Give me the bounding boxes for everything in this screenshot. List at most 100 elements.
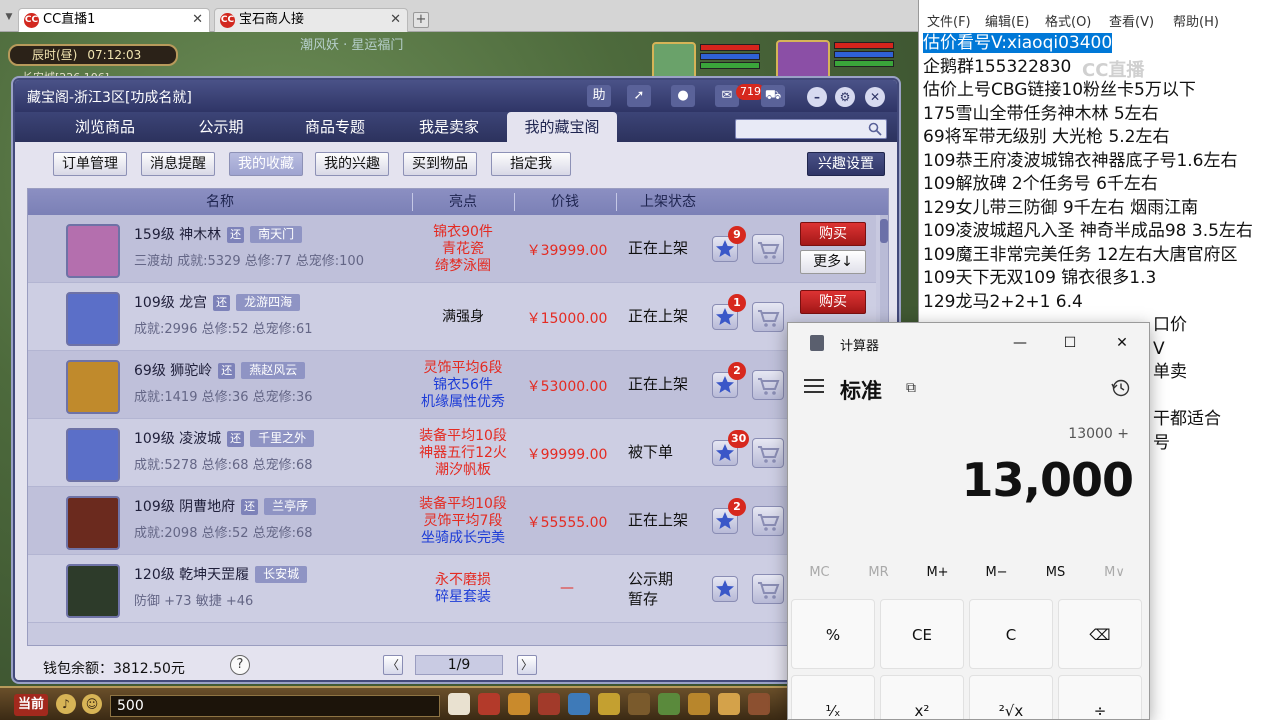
browser-tab-cc-live[interactable]: CC CC直播1 ✕ bbox=[18, 8, 210, 32]
table-row[interactable]: 109级 阴曹地府还兰亭序 成就:2098 总修:52 总宠修:68 装备平均10段… bbox=[28, 487, 876, 555]
close-tab-icon[interactable]: ✕ bbox=[390, 9, 401, 31]
designated-me-button[interactable]: 指定我 bbox=[491, 152, 571, 176]
interest-settings-button[interactable]: 兴趣设置 bbox=[807, 152, 885, 176]
minimize-button[interactable]: — bbox=[1006, 331, 1034, 355]
table-row[interactable]: 109级 龙宫还龙游四海 成就:2996 总修:52 总宠修:61 满强身 ￥1500… bbox=[28, 283, 876, 351]
menu-format[interactable]: 格式(O) bbox=[1045, 11, 1091, 30]
scroll-thumb[interactable] bbox=[880, 219, 888, 243]
new-tab-button[interactable]: + bbox=[413, 12, 429, 28]
close-tab-icon[interactable]: ✕ bbox=[192, 9, 203, 31]
menu-view[interactable]: 查看(V) bbox=[1109, 11, 1154, 30]
character-avatar[interactable] bbox=[66, 224, 120, 278]
backspace-button[interactable]: ⌫ bbox=[1058, 599, 1142, 669]
pet-avatar[interactable] bbox=[652, 42, 696, 82]
row-title[interactable]: 109级 龙宫还龙游四海 bbox=[134, 292, 301, 312]
friend-icon[interactable] bbox=[658, 693, 680, 715]
tab-list-dropdown-icon[interactable]: ▼ bbox=[2, 10, 16, 24]
character-avatar[interactable] bbox=[66, 564, 120, 618]
add-to-cart-icon[interactable] bbox=[752, 234, 784, 264]
memory-subtract-button[interactable]: M− bbox=[967, 565, 1026, 580]
gift-icon[interactable] bbox=[508, 693, 530, 715]
record-icon[interactable]: ● bbox=[671, 85, 695, 107]
row-title[interactable]: 120级 乾坤天罡履 长安城 bbox=[134, 564, 308, 584]
close-button[interactable]: ✕ bbox=[1108, 331, 1136, 355]
search-icon[interactable] bbox=[868, 122, 882, 136]
order-management-button[interactable]: 订单管理 bbox=[53, 152, 127, 176]
message-icon[interactable]: ✉ bbox=[715, 85, 739, 107]
table-row[interactable]: 159级 神木林还南天门 三渡劫 成就:5329 总修:77 总宠修:100 锦衣9… bbox=[28, 215, 876, 283]
tab-public-period[interactable]: 公示期 bbox=[171, 112, 271, 142]
table-row[interactable]: 109级 凌波城还千里之外 成就:5278 总修:68 总宠修:68 装备平均10段… bbox=[28, 419, 876, 487]
gear-icon[interactable]: ⚙ bbox=[835, 87, 855, 107]
add-to-cart-icon[interactable] bbox=[752, 302, 784, 332]
cart-icon[interactable]: ⛟ bbox=[761, 85, 785, 107]
minimize-icon[interactable]: – bbox=[807, 87, 827, 107]
skill-icon[interactable] bbox=[598, 693, 620, 715]
menu-edit[interactable]: 编辑(E) bbox=[985, 11, 1029, 30]
memory-store-button[interactable]: MS bbox=[1026, 565, 1085, 580]
task-icon[interactable] bbox=[628, 693, 650, 715]
more-button[interactable]: 更多↓ bbox=[800, 250, 866, 274]
chat-input[interactable]: 500 bbox=[110, 695, 440, 717]
memory-recall-button[interactable]: MR bbox=[849, 565, 908, 580]
microphone-icon[interactable]: ♪ bbox=[56, 694, 76, 714]
character-avatar[interactable] bbox=[66, 496, 120, 550]
helper-button[interactable]: 助 bbox=[587, 85, 611, 107]
guild-icon[interactable] bbox=[688, 693, 710, 715]
tab-i-am-seller[interactable]: 我是卖家 bbox=[399, 112, 499, 142]
add-to-cart-icon[interactable] bbox=[752, 438, 784, 468]
table-row[interactable]: 69级 狮驼岭还燕赵风云 成就:1419 总修:36 总宠修:36 灵饰平均6段 锦衣… bbox=[28, 351, 876, 419]
keep-on-top-icon[interactable]: ⧉ bbox=[906, 380, 916, 396]
character-avatar[interactable] bbox=[66, 428, 120, 482]
menu-file[interactable]: 文件(F) bbox=[927, 11, 971, 30]
pet-shortcut-icon[interactable] bbox=[448, 693, 470, 715]
tab-browse-goods[interactable]: 浏览商品 bbox=[55, 112, 155, 142]
favorite-star-icon[interactable] bbox=[712, 576, 738, 602]
clear-button[interactable]: C bbox=[969, 599, 1053, 669]
my-interests-button[interactable]: 我的兴趣 bbox=[315, 152, 389, 176]
my-favorites-button[interactable]: 我的收藏 bbox=[229, 152, 303, 176]
add-to-cart-icon[interactable] bbox=[752, 506, 784, 536]
prev-page-button[interactable]: 〈 bbox=[383, 655, 403, 675]
row-title[interactable]: 109级 阴曹地府还兰亭序 bbox=[134, 496, 317, 516]
character-avatar[interactable] bbox=[66, 292, 120, 346]
add-to-cart-icon[interactable] bbox=[752, 574, 784, 604]
add-to-cart-icon[interactable] bbox=[752, 370, 784, 400]
bell-icon[interactable] bbox=[718, 693, 740, 715]
buy-button[interactable]: 购买 bbox=[800, 222, 866, 246]
maximize-button[interactable]: ☐ bbox=[1056, 331, 1084, 355]
buy-button[interactable]: 购买 bbox=[800, 290, 866, 314]
search-input[interactable] bbox=[735, 119, 887, 139]
next-page-button[interactable]: 〉 bbox=[517, 655, 537, 675]
close-icon[interactable]: ✕ bbox=[865, 87, 885, 107]
menu-help[interactable]: 帮助(H) bbox=[1173, 11, 1219, 30]
row-title[interactable]: 69级 狮驼岭还燕赵风云 bbox=[134, 360, 306, 380]
divide-button[interactable]: ÷ bbox=[1058, 675, 1142, 719]
tab-product-topics[interactable]: 商品专题 bbox=[285, 112, 385, 142]
share-icon[interactable]: ➚ bbox=[627, 85, 651, 107]
message-reminder-button[interactable]: 消息提醒 bbox=[141, 152, 215, 176]
help-icon[interactable]: ? bbox=[230, 655, 250, 675]
row-title[interactable]: 159级 神木林还南天门 bbox=[134, 224, 303, 244]
row-title[interactable]: 109级 凌波城还千里之外 bbox=[134, 428, 315, 448]
memory-add-button[interactable]: M+ bbox=[908, 565, 967, 580]
emoji-icon[interactable]: ☺ bbox=[82, 694, 102, 714]
purchased-items-button[interactable]: 买到物品 bbox=[403, 152, 477, 176]
item-shortcut-icon[interactable] bbox=[478, 693, 500, 715]
bag-icon[interactable] bbox=[538, 693, 560, 715]
system-icon[interactable] bbox=[748, 693, 770, 715]
cangbaoge-titlebar[interactable]: 藏宝阁-浙江3区[功成名就] 助 ➚ ● ✉ 719 ⛟ – ⚙ ✕ bbox=[15, 80, 897, 112]
tab-my-cangbaoge[interactable]: 我的藏宝阁 bbox=[507, 112, 617, 142]
table-row[interactable]: 120级 乾坤天罡履 长安城 防御 +73 敏捷 +46 永不磨损 碎星套装 — 公示期 暂存 bbox=[28, 555, 876, 623]
browser-tab-gem-merchant[interactable]: CC 宝石商人接 ✕ bbox=[214, 8, 408, 32]
hamburger-menu-icon[interactable] bbox=[804, 379, 824, 393]
square-button[interactable]: x² bbox=[880, 675, 964, 719]
percent-button[interactable]: % bbox=[791, 599, 875, 669]
reciprocal-button[interactable]: ¹⁄ₓ bbox=[791, 675, 875, 719]
channel-current-button[interactable]: 当前 bbox=[14, 694, 48, 716]
character-avatar[interactable] bbox=[66, 360, 120, 414]
memory-list-button[interactable]: M∨ bbox=[1085, 565, 1144, 580]
memory-clear-button[interactable]: MC bbox=[790, 565, 849, 580]
history-icon[interactable] bbox=[1110, 377, 1132, 399]
team-icon[interactable] bbox=[568, 693, 590, 715]
